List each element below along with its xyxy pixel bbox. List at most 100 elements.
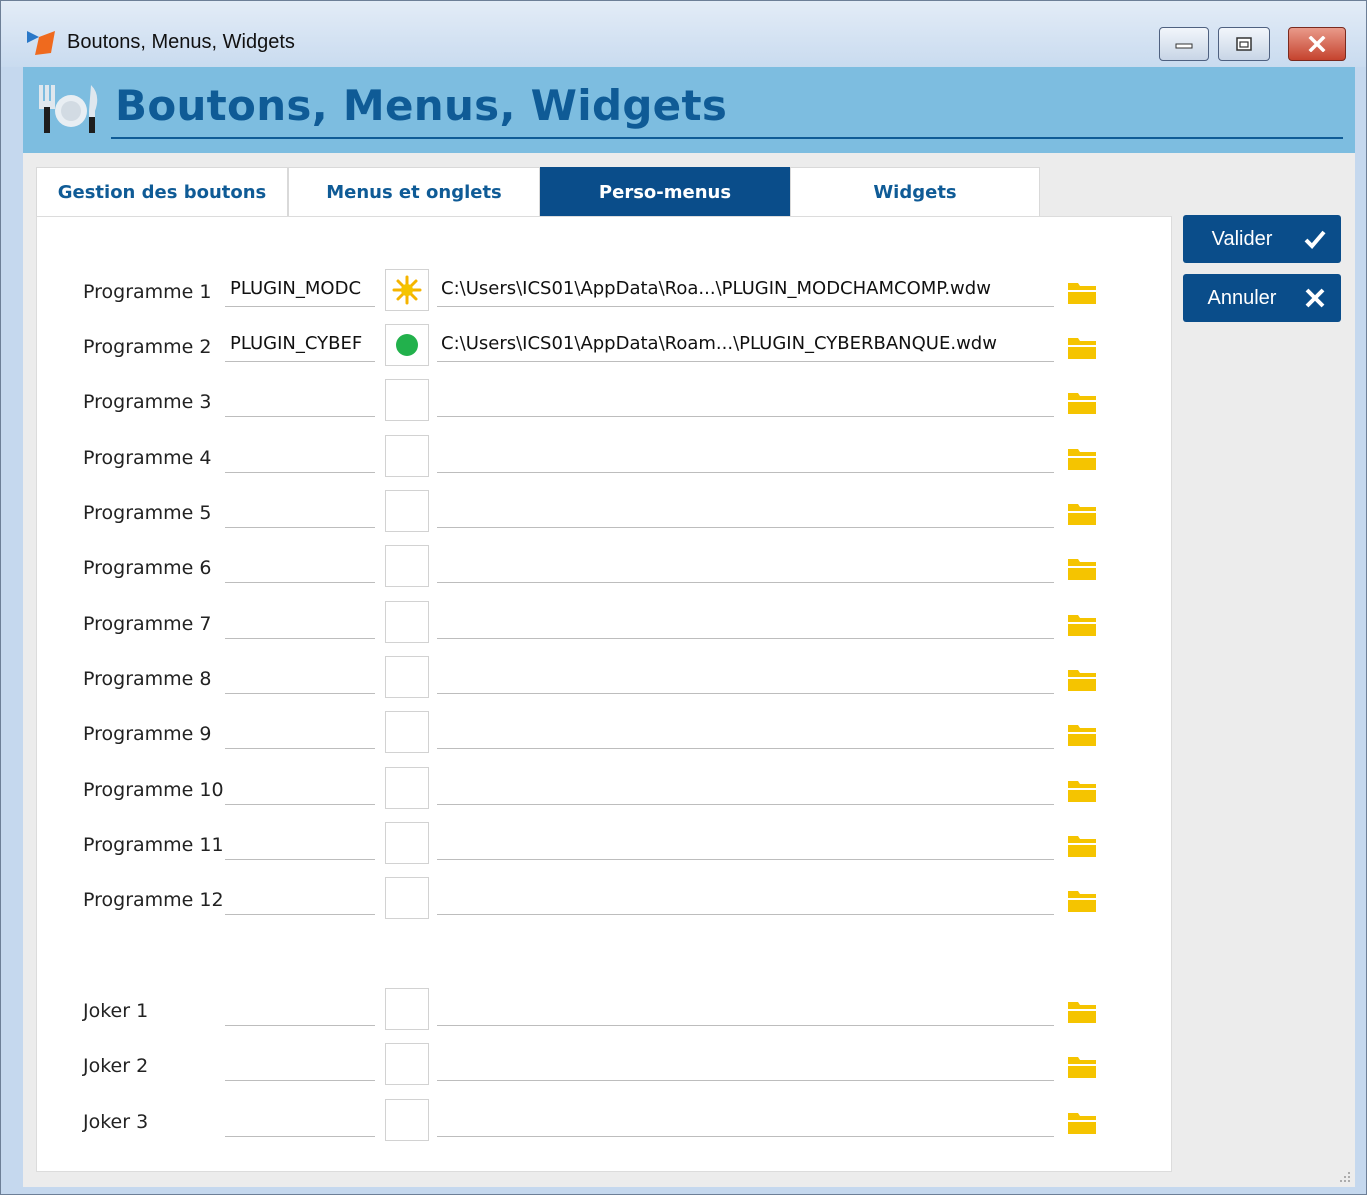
program-name-field[interactable] (225, 439, 375, 473)
window-title: Boutons, Menus, Widgets (67, 31, 295, 53)
program-row: Programme 2 PLUGIN_CYBEF C:\Users\ICS01\Ap… (37, 324, 1173, 368)
program-path-field[interactable] (437, 605, 1054, 639)
minimize-button[interactable] (1159, 27, 1209, 61)
tab-bar: Gestion des boutons Menus et onglets Per… (36, 167, 1040, 217)
program-label: Joker 2 (83, 1055, 149, 1077)
folder-icon[interactable] (1067, 668, 1097, 692)
folder-icon[interactable] (1067, 779, 1097, 803)
program-name-field[interactable] (225, 992, 375, 1026)
program-path-field[interactable] (437, 383, 1054, 417)
program-label: Programme 2 (83, 336, 212, 358)
folder-icon[interactable] (1067, 889, 1097, 913)
program-row: Joker 1 (37, 988, 1173, 1032)
folder-icon[interactable] (1067, 447, 1097, 471)
program-path-field[interactable] (437, 826, 1054, 860)
program-row: Programme 4 (37, 435, 1173, 479)
annuler-button[interactable]: Annuler (1183, 274, 1341, 322)
program-path-field[interactable] (437, 992, 1054, 1026)
program-name-field[interactable] (225, 826, 375, 860)
program-label: Programme 7 (83, 613, 212, 635)
program-path-field[interactable]: C:\Users\ICS01\AppData\Roa...\PLUGIN_MOD… (437, 273, 1054, 307)
app-logo-icon (27, 31, 55, 55)
program-path-field[interactable] (437, 771, 1054, 805)
cutlery-plate-icon (39, 85, 98, 133)
program-path-field[interactable] (437, 660, 1054, 694)
program-icon-box[interactable] (385, 379, 429, 421)
folder-icon[interactable] (1067, 834, 1097, 858)
close-button[interactable] (1288, 27, 1346, 61)
program-icon-box[interactable] (385, 767, 429, 809)
sun-icon (392, 275, 422, 305)
folder-icon[interactable] (1067, 1055, 1097, 1079)
program-label: Programme 11 (83, 834, 224, 856)
program-row: Programme 11 (37, 822, 1173, 866)
program-name-field[interactable] (225, 881, 375, 915)
program-icon-box[interactable] (385, 822, 429, 864)
tab-perso-menus[interactable]: Perso-menus (540, 167, 790, 217)
program-icon-box[interactable] (385, 435, 429, 477)
program-icon-box[interactable] (385, 711, 429, 753)
folder-icon[interactable] (1067, 723, 1097, 747)
program-name-field[interactable] (225, 383, 375, 417)
valider-button[interactable]: Valider (1183, 215, 1341, 263)
folder-icon[interactable] (1067, 281, 1097, 305)
program-path-field[interactable] (437, 1047, 1054, 1081)
folder-icon[interactable] (1067, 613, 1097, 637)
program-icon-box[interactable] (385, 269, 429, 311)
tab-menus-et-onglets[interactable]: Menus et onglets (288, 167, 540, 217)
program-path-field[interactable] (437, 549, 1054, 583)
program-path-field[interactable] (437, 881, 1054, 915)
program-path-field[interactable] (437, 494, 1054, 528)
tab-widgets[interactable]: Widgets (790, 167, 1040, 217)
header-banner: Boutons, Menus, Widgets (23, 67, 1355, 153)
program-name-field[interactable] (225, 605, 375, 639)
program-label: Programme 5 (83, 502, 212, 524)
close-x-icon (1305, 288, 1325, 308)
program-name-field[interactable] (225, 771, 375, 805)
program-name-field[interactable] (225, 549, 375, 583)
folder-icon[interactable] (1067, 1111, 1097, 1135)
resize-grip-icon[interactable] (1337, 1169, 1351, 1183)
client-area: Boutons, Menus, Widgets Gestion des bout… (23, 67, 1355, 1187)
program-icon-box[interactable] (385, 1043, 429, 1085)
program-name-field[interactable] (225, 1103, 375, 1137)
perso-menus-panel: Programme 1 PLUGIN_MODC C:\Users\ICS01\App… (36, 216, 1172, 1172)
maximize-button[interactable] (1218, 27, 1270, 61)
program-name-field[interactable] (225, 1047, 375, 1081)
program-row: Joker 3 (37, 1099, 1173, 1143)
program-label: Programme 8 (83, 668, 212, 690)
program-path-field[interactable] (437, 1103, 1054, 1137)
folder-icon[interactable] (1067, 336, 1097, 360)
program-label: Programme 6 (83, 557, 212, 579)
program-icon-box[interactable] (385, 490, 429, 532)
program-row: Programme 1 PLUGIN_MODC C:\Users\ICS01\App… (37, 269, 1173, 313)
title-bar[interactable]: Boutons, Menus, Widgets (1, 1, 1366, 67)
program-label: Programme 1 (83, 281, 212, 303)
program-label: Programme 12 (83, 889, 224, 911)
tab-gestion-des-boutons[interactable]: Gestion des boutons (36, 167, 288, 217)
program-icon-box[interactable] (385, 601, 429, 643)
folder-icon[interactable] (1067, 557, 1097, 581)
program-name-field[interactable] (225, 660, 375, 694)
program-icon-box[interactable] (385, 324, 429, 366)
folder-icon[interactable] (1067, 1000, 1097, 1024)
program-icon-box[interactable] (385, 1099, 429, 1141)
folder-icon[interactable] (1067, 391, 1097, 415)
program-name-field[interactable] (225, 715, 375, 749)
program-row: Joker 2 (37, 1043, 1173, 1087)
program-name-field[interactable]: PLUGIN_MODC (225, 273, 375, 307)
program-path-field[interactable] (437, 439, 1054, 473)
program-name-field[interactable] (225, 494, 375, 528)
program-path-field[interactable] (437, 715, 1054, 749)
green-dot-icon (396, 334, 418, 356)
program-icon-box[interactable] (385, 545, 429, 587)
folder-icon[interactable] (1067, 502, 1097, 526)
program-icon-box[interactable] (385, 877, 429, 919)
program-row: Programme 9 (37, 711, 1173, 755)
program-row: Programme 6 (37, 545, 1173, 589)
program-icon-box[interactable] (385, 656, 429, 698)
program-icon-box[interactable] (385, 988, 429, 1030)
program-path-field[interactable]: C:\Users\ICS01\AppData\Roam...\PLUGIN_CY… (437, 328, 1054, 362)
program-name-field[interactable]: PLUGIN_CYBEF (225, 328, 375, 362)
app-window: Boutons, Menus, Widgets Boutons, Menus, … (0, 0, 1367, 1195)
